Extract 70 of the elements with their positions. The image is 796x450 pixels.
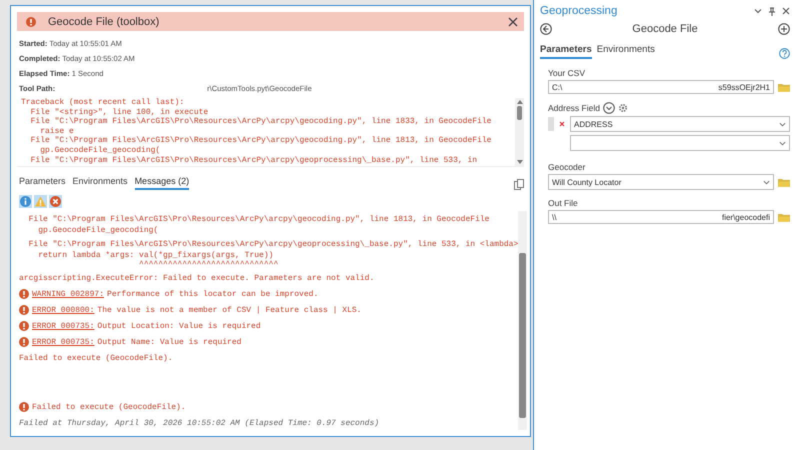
add-icon[interactable]: [778, 23, 790, 35]
tab[interactable]: Messages (2): [134, 175, 190, 190]
dialog-title: Geocode File (toolbox): [48, 16, 160, 28]
error-icon: [19, 337, 29, 347]
scroll-thumb[interactable]: [517, 106, 522, 120]
traceback-line: gp.GeocodeFile_geocoding(: [39, 146, 162, 156]
tab[interactable]: Parameters: [540, 44, 592, 59]
filter-toggle[interactable]: [19, 195, 32, 208]
traceback-line: File "C:\Program Files\ArcGIS\Pro\Resources\ArcPy\arcpy\geocoding.py", line 1833, in GeocodeFile: [30, 117, 492, 127]
message-text: ^^^^^^^^^^^^^^^^^^^^^^^^^^^^^: [138, 260, 278, 268]
chevron-down-icon[interactable]: [763, 180, 770, 184]
scroll-down-icon[interactable]: [516, 160, 522, 164]
error-icon: [26, 16, 36, 26]
message-code-link[interactable]: WARNING 002897:: [32, 290, 104, 298]
failure-footer: Failed at Thursday, April 30, 2026 10:55:02 AM (Elapsed Time: 0.97 seconds): [19, 419, 518, 428]
scrollbar[interactable]: [518, 211, 528, 430]
message-text: Output Name: Value is required: [97, 338, 242, 346]
file-path-field[interactable]: \\ fier\geocodefi: [548, 210, 774, 224]
message-text: File "C:\Program Files\ArcGIS\Pro\Resources\ArcPy\arcpy\geocoding.py", line 1813, in GeocodeFile: [28, 214, 490, 224]
message-text: return lambda *args: val(*gp_fixargs(args, True)): [37, 250, 274, 260]
filter-toggle[interactable]: [49, 195, 62, 208]
chevron-down-icon[interactable]: [779, 140, 786, 146]
traceback-line: Traceback (most recent call last):: [21, 98, 186, 108]
scroll-up-icon[interactable]: [516, 100, 522, 104]
message-code-link[interactable]: ERROR 000735:: [32, 338, 94, 346]
message-text: gp.GeocodeFile_geocoding(: [37, 226, 158, 234]
tab[interactable]: Environments: [596, 44, 655, 59]
filter-toggle[interactable]: [34, 195, 47, 208]
parameter-label: Out File: [548, 198, 578, 208]
tab[interactable]: Environments: [72, 175, 128, 190]
message-text: The value is not a member of CSV | Feature class | XLS.: [97, 306, 362, 314]
tab[interactable]: Parameters: [19, 175, 66, 190]
message-code-link[interactable]: ERROR 000800:: [32, 306, 94, 314]
error-icon: [19, 402, 29, 412]
traceback-line: File "C:\Program Files\ArcGIS\Pro\Resources\ArcPy\arcpy\geoprocessing\_base.py", line 533, in: [30, 156, 478, 166]
message-text: arcgisscripting.ExecuteError: Failed to execute. Parameters are not valid.: [19, 274, 374, 282]
message-code-link[interactable]: ERROR 000735:: [32, 322, 94, 330]
field-dropdown[interactable]: ADDRESS: [570, 116, 790, 132]
expand-circle-icon[interactable]: [602, 102, 615, 114]
scrollbar[interactable]: [515, 98, 524, 166]
copy-icon[interactable]: [514, 179, 524, 190]
dropdown-field[interactable]: Will County Locator: [548, 174, 774, 190]
result-message: Failed to execute (GeocodeFile).: [32, 402, 186, 412]
chevron-down-icon[interactable]: [754, 7, 762, 15]
scroll-thumb[interactable]: [519, 253, 526, 418]
back-icon[interactable]: [540, 23, 552, 35]
field-dropdown[interactable]: [570, 135, 790, 151]
parameter-label: Your CSV: [548, 68, 586, 78]
close-icon[interactable]: [782, 7, 790, 15]
pane-title: Geoprocessing: [540, 5, 618, 17]
help-icon[interactable]: [779, 48, 790, 59]
traceback-line: raise e: [39, 126, 75, 136]
error-icon: [19, 321, 29, 331]
message-text: Output Location: Value is required: [97, 322, 261, 330]
traceback-line: File "<string>", line 100, in execute: [30, 108, 210, 117]
error-icon: [19, 305, 29, 315]
close-icon[interactable]: [508, 16, 518, 26]
parameter-label: Address Field: [548, 103, 600, 113]
message-text: File "C:\Program Files\ArcGIS\Pro\Resources\ArcPy\arcpy\geoprocessing\_base.py", line 533, in <lambda>: [28, 240, 518, 248]
parameter-label: Geocoder: [548, 162, 586, 172]
message-text: Failed to execute (GeocodeFile).: [19, 354, 173, 362]
warning-icon: [19, 289, 29, 299]
tool-title: Geocode File: [631, 23, 699, 35]
traceback-line: File "C:\Program Files\ArcGIS\Pro\Resources\ArcPy\arcpy\geocoding.py", line 1813, in GeocodeFile: [30, 136, 492, 146]
file-path-field[interactable]: C:\ s59ssOEjr2H1: [548, 80, 774, 94]
message-text: Performance of this locator can be improved.: [107, 290, 318, 298]
remove-icon[interactable]: [559, 121, 565, 127]
pin-icon[interactable]: [768, 6, 776, 16]
row-handle[interactable]: [548, 117, 554, 131]
chevron-down-icon[interactable]: [779, 122, 786, 126]
